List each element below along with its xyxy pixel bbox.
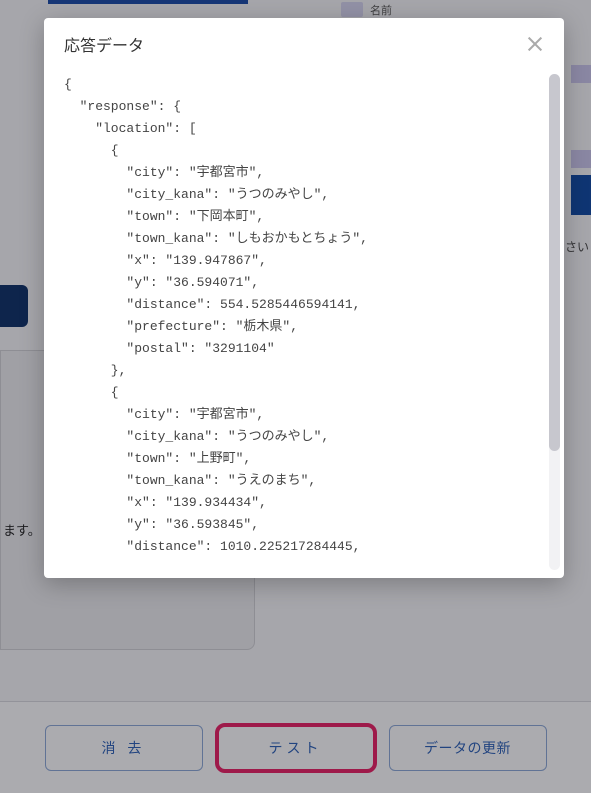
scrollbar[interactable]: [549, 74, 560, 570]
modal-header: 応答データ: [44, 18, 564, 68]
response-json-code[interactable]: { "response": { "location": [ { "city": …: [64, 74, 560, 578]
modal-body: { "response": { "location": [ { "city": …: [44, 68, 564, 578]
scrollbar-thumb[interactable]: [549, 74, 560, 451]
modal-title: 応答データ: [64, 32, 144, 56]
response-data-modal: 応答データ { "response": { "location": [ { "c…: [44, 18, 564, 578]
close-icon[interactable]: [526, 35, 544, 53]
